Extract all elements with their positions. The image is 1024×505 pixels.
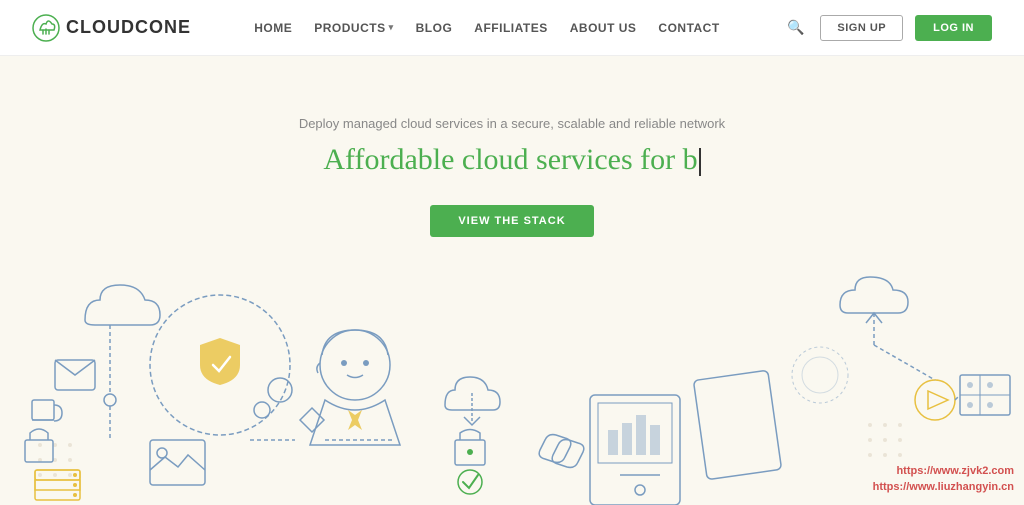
products-dropdown-arrow: ▾ [389, 22, 394, 33]
view-stack-button[interactable]: VIEW THE STACK [430, 205, 593, 237]
illustration-svg [0, 245, 1024, 505]
header-actions: 🔍 SIGN UP LOG IN [783, 15, 992, 41]
logo-icon [32, 14, 60, 42]
login-button[interactable]: LOG IN [915, 15, 992, 41]
nav-products[interactable]: PRODUCTS ▾ [314, 21, 393, 35]
nav-blog[interactable]: BLOG [416, 21, 453, 35]
typing-cursor [699, 148, 701, 176]
nav-about[interactable]: ABOUT US [570, 21, 637, 35]
logo[interactable]: CLOUDCONE [32, 14, 191, 42]
logo-text: CLOUDCONE [66, 17, 191, 38]
nav-contact[interactable]: CONTACT [658, 21, 719, 35]
nav-home[interactable]: HOME [254, 21, 292, 35]
hero-section: Deploy managed cloud services in a secur… [0, 56, 1024, 505]
nav-affiliates[interactable]: AFFILIATES [474, 21, 547, 35]
signup-button[interactable]: SIGN UP [820, 15, 903, 41]
site-header: CLOUDCONE HOME PRODUCTS ▾ BLOG AFFILIATE… [0, 0, 1024, 56]
hero-illustration [0, 245, 1024, 505]
search-icon[interactable]: 🔍 [783, 15, 808, 40]
hero-subtitle: Deploy managed cloud services in a secur… [299, 116, 725, 131]
hero-title: Affordable cloud services for b [323, 143, 700, 177]
main-nav: HOME PRODUCTS ▾ BLOG AFFILIATES ABOUT US… [254, 21, 719, 35]
